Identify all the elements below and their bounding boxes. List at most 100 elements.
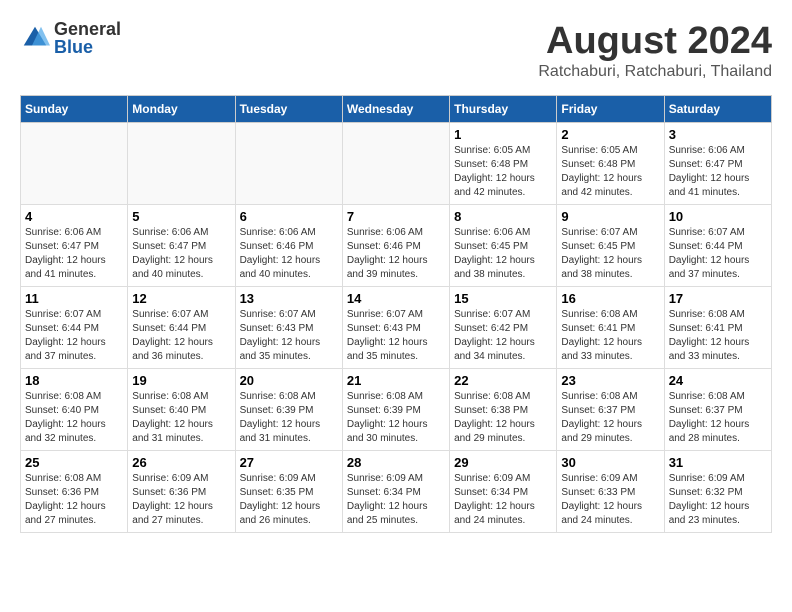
day-info: Sunrise: 6:08 AM Sunset: 6:38 PM Dayligh…	[454, 390, 552, 446]
calendar-cell: 26 Sunrise: 6:09 AM Sunset: 6:36 PM Dayli…	[128, 451, 235, 533]
weekday-header-monday: Monday	[128, 96, 235, 123]
logo-general-text: General	[54, 20, 121, 38]
calendar-cell	[128, 123, 235, 205]
day-number: 28	[347, 455, 445, 470]
weekday-header-wednesday: Wednesday	[342, 96, 449, 123]
calendar-table: SundayMondayTuesdayWednesdayThursdayFrid…	[20, 95, 772, 533]
day-number: 16	[561, 291, 659, 306]
page-container: General Blue August 2024 Ratchaburi, Rat…	[20, 20, 772, 533]
day-number: 31	[669, 455, 767, 470]
location-subtitle: Ratchaburi, Ratchaburi, Thailand	[538, 63, 772, 81]
week-row-4: 18 Sunrise: 6:08 AM Sunset: 6:40 PM Dayli…	[21, 369, 772, 451]
day-number: 23	[561, 373, 659, 388]
day-number: 2	[561, 127, 659, 142]
calendar-cell: 23 Sunrise: 6:08 AM Sunset: 6:37 PM Dayli…	[557, 369, 664, 451]
day-info: Sunrise: 6:09 AM Sunset: 6:34 PM Dayligh…	[454, 472, 552, 528]
day-info: Sunrise: 6:06 AM Sunset: 6:47 PM Dayligh…	[669, 144, 767, 200]
calendar-cell: 20 Sunrise: 6:08 AM Sunset: 6:39 PM Dayli…	[235, 369, 342, 451]
day-info: Sunrise: 6:06 AM Sunset: 6:47 PM Dayligh…	[25, 226, 123, 282]
day-info: Sunrise: 6:07 AM Sunset: 6:43 PM Dayligh…	[240, 308, 338, 364]
day-info: Sunrise: 6:05 AM Sunset: 6:48 PM Dayligh…	[454, 144, 552, 200]
weekday-header-row: SundayMondayTuesdayWednesdayThursdayFrid…	[21, 96, 772, 123]
day-info: Sunrise: 6:09 AM Sunset: 6:33 PM Dayligh…	[561, 472, 659, 528]
day-info: Sunrise: 6:06 AM Sunset: 6:46 PM Dayligh…	[347, 226, 445, 282]
logo: General Blue	[20, 20, 121, 56]
day-number: 29	[454, 455, 552, 470]
calendar-cell: 11 Sunrise: 6:07 AM Sunset: 6:44 PM Dayli…	[21, 287, 128, 369]
calendar-cell: 4 Sunrise: 6:06 AM Sunset: 6:47 PM Daylig…	[21, 205, 128, 287]
day-number: 20	[240, 373, 338, 388]
calendar-cell: 15Sunrise: 6:07 AM Sunset: 6:42 PM Dayli…	[450, 287, 557, 369]
calendar-cell: 14 Sunrise: 6:07 AM Sunset: 6:43 PM Dayli…	[342, 287, 449, 369]
calendar-cell: 6Sunrise: 6:06 AM Sunset: 6:46 PM Daylig…	[235, 205, 342, 287]
day-info: Sunrise: 6:09 AM Sunset: 6:35 PM Dayligh…	[240, 472, 338, 528]
day-info: Sunrise: 6:08 AM Sunset: 6:36 PM Dayligh…	[25, 472, 123, 528]
day-number: 18	[25, 373, 123, 388]
calendar-cell	[235, 123, 342, 205]
calendar-cell: 2 Sunrise: 6:05 AM Sunset: 6:48 PM Daylig…	[557, 123, 664, 205]
calendar-cell	[21, 123, 128, 205]
calendar-cell: 19Sunrise: 6:08 AM Sunset: 6:40 PM Dayli…	[128, 369, 235, 451]
calendar-cell: 17 Sunrise: 6:08 AM Sunset: 6:41 PM Dayli…	[664, 287, 771, 369]
day-number: 27	[240, 455, 338, 470]
calendar-cell	[342, 123, 449, 205]
calendar-cell: 25Sunrise: 6:08 AM Sunset: 6:36 PM Dayli…	[21, 451, 128, 533]
day-number: 17	[669, 291, 767, 306]
logo-icon	[20, 23, 50, 53]
calendar-cell: 8Sunrise: 6:06 AM Sunset: 6:45 PM Daylig…	[450, 205, 557, 287]
day-number: 12	[132, 291, 230, 306]
weekday-header-friday: Friday	[557, 96, 664, 123]
day-info: Sunrise: 6:09 AM Sunset: 6:34 PM Dayligh…	[347, 472, 445, 528]
day-info: Sunrise: 6:08 AM Sunset: 6:39 PM Dayligh…	[347, 390, 445, 446]
day-info: Sunrise: 6:08 AM Sunset: 6:37 PM Dayligh…	[561, 390, 659, 446]
calendar-cell: 27 Sunrise: 6:09 AM Sunset: 6:35 PM Dayli…	[235, 451, 342, 533]
day-number: 6	[240, 209, 338, 224]
day-info: Sunrise: 6:08 AM Sunset: 6:39 PM Dayligh…	[240, 390, 338, 446]
day-info: Sunrise: 6:08 AM Sunset: 6:40 PM Dayligh…	[132, 390, 230, 446]
week-row-3: 11 Sunrise: 6:07 AM Sunset: 6:44 PM Dayli…	[21, 287, 772, 369]
day-info: Sunrise: 6:09 AM Sunset: 6:36 PM Dayligh…	[132, 472, 230, 528]
week-row-2: 4 Sunrise: 6:06 AM Sunset: 6:47 PM Daylig…	[21, 205, 772, 287]
day-number: 7	[347, 209, 445, 224]
day-number: 14	[347, 291, 445, 306]
day-info: Sunrise: 6:06 AM Sunset: 6:47 PM Dayligh…	[132, 226, 230, 282]
day-info: Sunrise: 6:07 AM Sunset: 6:43 PM Dayligh…	[347, 308, 445, 364]
day-number: 15	[454, 291, 552, 306]
weekday-header-thursday: Thursday	[450, 96, 557, 123]
week-row-5: 25Sunrise: 6:08 AM Sunset: 6:36 PM Dayli…	[21, 451, 772, 533]
calendar-cell: 24 Sunrise: 6:08 AM Sunset: 6:37 PM Dayli…	[664, 369, 771, 451]
day-number: 4	[25, 209, 123, 224]
day-info: Sunrise: 6:08 AM Sunset: 6:41 PM Dayligh…	[669, 308, 767, 364]
day-info: Sunrise: 6:08 AM Sunset: 6:37 PM Dayligh…	[669, 390, 767, 446]
day-number: 30	[561, 455, 659, 470]
weekday-header-sunday: Sunday	[21, 96, 128, 123]
calendar-cell: 31 Sunrise: 6:09 AM Sunset: 6:32 PM Dayli…	[664, 451, 771, 533]
day-number: 26	[132, 455, 230, 470]
day-info: Sunrise: 6:08 AM Sunset: 6:41 PM Dayligh…	[561, 308, 659, 364]
calendar-cell: 3 Sunrise: 6:06 AM Sunset: 6:47 PM Daylig…	[664, 123, 771, 205]
day-number: 24	[669, 373, 767, 388]
day-info: Sunrise: 6:07 AM Sunset: 6:44 PM Dayligh…	[132, 308, 230, 364]
day-info: Sunrise: 6:05 AM Sunset: 6:48 PM Dayligh…	[561, 144, 659, 200]
calendar-cell: 13 Sunrise: 6:07 AM Sunset: 6:43 PM Dayli…	[235, 287, 342, 369]
calendar-cell: 1 Sunrise: 6:05 AM Sunset: 6:48 PM Daylig…	[450, 123, 557, 205]
day-number: 11	[25, 291, 123, 306]
weekday-header-saturday: Saturday	[664, 96, 771, 123]
weekday-header-tuesday: Tuesday	[235, 96, 342, 123]
day-number: 3	[669, 127, 767, 142]
day-info: Sunrise: 6:07 AM Sunset: 6:44 PM Dayligh…	[25, 308, 123, 364]
calendar-cell: 29 Sunrise: 6:09 AM Sunset: 6:34 PM Dayli…	[450, 451, 557, 533]
day-info: Sunrise: 6:09 AM Sunset: 6:32 PM Dayligh…	[669, 472, 767, 528]
day-number: 1	[454, 127, 552, 142]
week-row-1: 1 Sunrise: 6:05 AM Sunset: 6:48 PM Daylig…	[21, 123, 772, 205]
logo-blue-text: Blue	[54, 38, 121, 56]
day-info: Sunrise: 6:07 AM Sunset: 6:45 PM Dayligh…	[561, 226, 659, 282]
day-info: Sunrise: 6:06 AM Sunset: 6:45 PM Dayligh…	[454, 226, 552, 282]
calendar-cell: 21Sunrise: 6:08 AM Sunset: 6:39 PM Dayli…	[342, 369, 449, 451]
calendar-cell: 30 Sunrise: 6:09 AM Sunset: 6:33 PM Dayli…	[557, 451, 664, 533]
calendar-cell: 10Sunrise: 6:07 AM Sunset: 6:44 PM Dayli…	[664, 205, 771, 287]
day-number: 13	[240, 291, 338, 306]
month-title: August 2024	[538, 20, 772, 63]
calendar-cell: 18Sunrise: 6:08 AM Sunset: 6:40 PM Dayli…	[21, 369, 128, 451]
day-number: 9	[561, 209, 659, 224]
